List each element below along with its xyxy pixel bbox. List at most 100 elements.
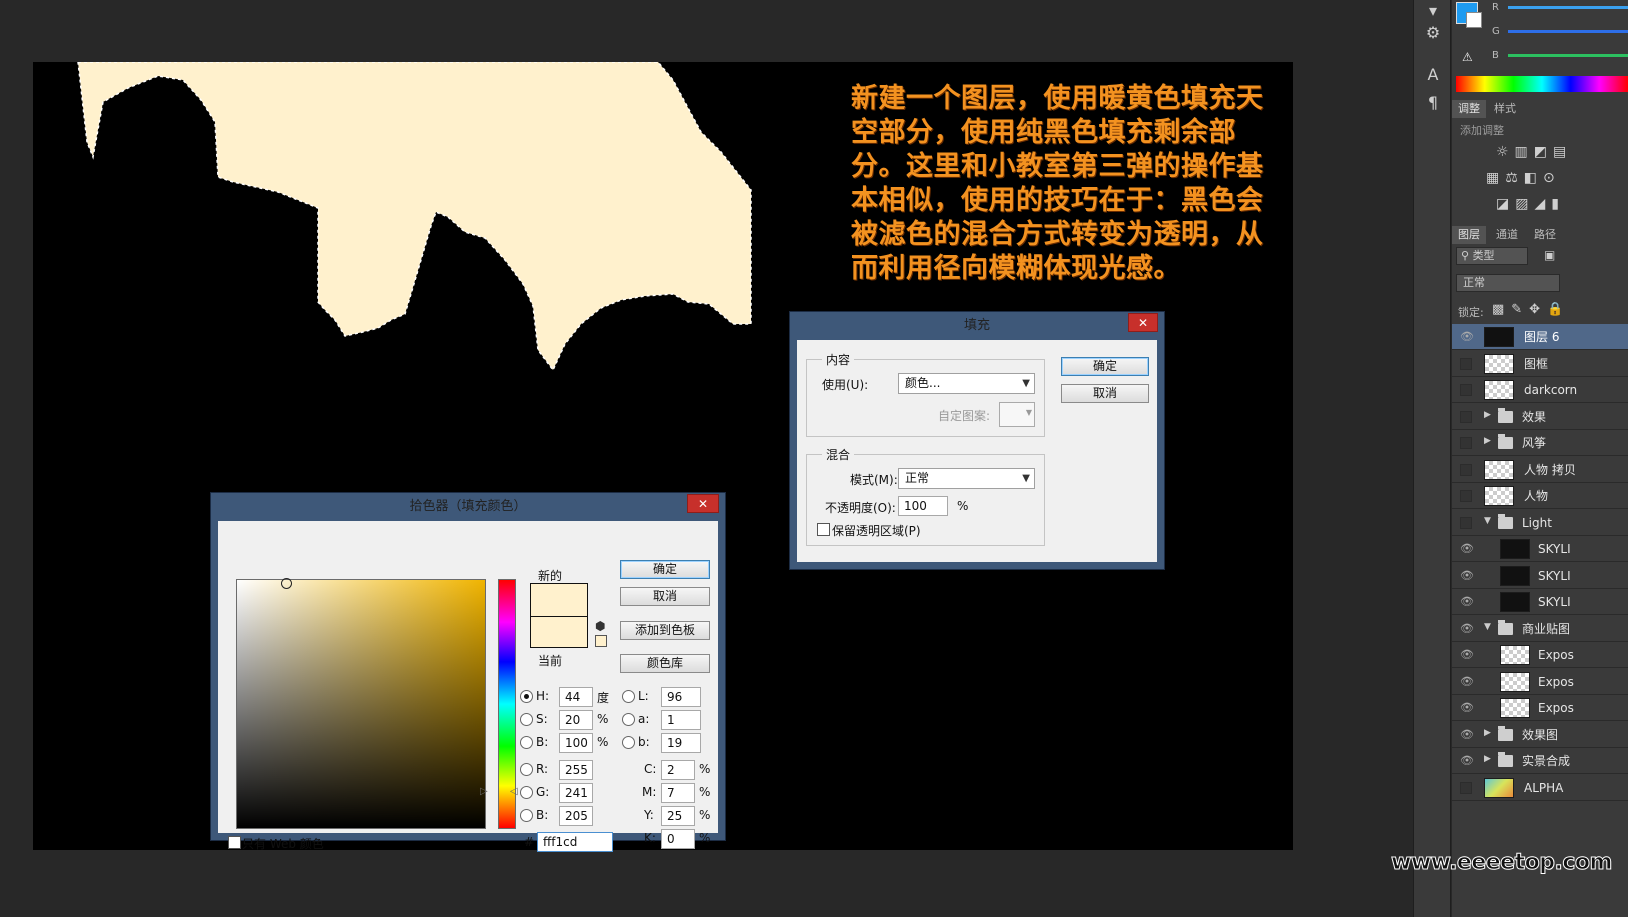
l-input[interactable]: 96 [661,687,701,707]
hue-slider-left-arrow-icon[interactable]: ▷ [480,786,488,797]
layer-row[interactable]: 👁 ▼ 商业贴图 [1452,616,1628,642]
layer-row[interactable]: ALPHA [1452,775,1628,801]
blend-mode-select[interactable]: 正常 [1456,274,1560,292]
radio-lab-b[interactable] [622,736,635,749]
eye-icon[interactable]: 👁 [1460,729,1474,741]
eye-icon[interactable] [1460,490,1472,502]
eye-icon[interactable]: 👁 [1460,755,1474,767]
chevron-right-icon[interactable]: ▶ [1484,436,1491,446]
radio-brightness[interactable] [520,736,533,749]
ok-button[interactable]: 确定 [1061,357,1149,376]
properties-icon[interactable]: ⚙ [1422,22,1444,44]
c-input[interactable]: 2 [661,760,695,780]
chevron-down-icon[interactable]: ▼ [1484,516,1491,526]
layer-row[interactable]: 图框 [1452,351,1628,377]
tab-paths[interactable]: 路径 [1528,226,1562,244]
chevron-right-icon[interactable]: ▶ [1484,410,1491,420]
adjustment-icons-row-3[interactable]: ◪▨◢▮ [1496,196,1565,212]
opacity-input[interactable]: 100 [898,496,948,516]
radio-s[interactable] [520,713,533,726]
eye-icon[interactable]: 👁 [1460,702,1474,714]
g-input[interactable]: 241 [559,783,593,803]
background-color-swatch[interactable] [1466,12,1482,28]
m-input[interactable]: 7 [661,783,695,803]
layer-row[interactable]: 👁 Expos [1452,642,1628,668]
layer-row[interactable]: 👁 图层 6 [1452,324,1628,350]
layer-row[interactable]: ▶ 风筝 [1452,430,1628,456]
character-icon[interactable]: A [1422,64,1444,86]
adjustment-icons-row-1[interactable]: ☼▥◩▤ [1496,144,1572,160]
chevron-down-icon[interactable]: ▼ [1484,622,1491,632]
eye-icon[interactable]: 👁 [1460,543,1474,555]
r-input[interactable]: 255 [559,760,593,780]
eye-icon[interactable] [1460,358,1472,370]
tab-channels[interactable]: 通道 [1490,226,1524,244]
eye-icon[interactable]: 👁 [1460,570,1474,582]
hex-input[interactable]: fff1cd [537,832,613,852]
y-input[interactable]: 25 [661,806,695,826]
eye-icon[interactable] [1460,517,1472,529]
close-icon[interactable]: ✕ [1128,313,1158,332]
layer-row[interactable]: 👁 Expos [1452,695,1628,721]
adjustment-icons-row-2[interactable]: ▦⚖◧⊙ [1486,170,1561,186]
eye-icon[interactable]: 👁 [1460,676,1474,688]
layer-row[interactable]: ▼ Light [1452,510,1628,536]
color-marker[interactable] [281,578,292,589]
image-filter-icon[interactable]: ▣ [1544,248,1555,262]
lock-icons[interactable]: ▩✎✥🔒 [1492,302,1570,317]
eye-icon[interactable]: 👁 [1460,596,1474,608]
eye-icon[interactable]: 👁 [1460,331,1474,343]
tab-adjustments[interactable]: 调整 [1452,100,1486,118]
k-input[interactable]: 0 [661,829,695,849]
layer-row[interactable]: 👁 SKYLI [1452,589,1628,615]
layer-row[interactable]: 👁 ▶ 效果图 [1452,722,1628,748]
layer-filter-select[interactable]: ⚲ 类型 [1456,247,1528,265]
ok-button[interactable]: 确定 [620,560,710,579]
cube-icon[interactable]: ⬢ [595,619,605,633]
mode-select[interactable]: 正常 ▼ [898,468,1035,489]
saturation-brightness-field[interactable] [236,578,486,829]
color-libraries-button[interactable]: 颜色库 [620,654,710,673]
use-select[interactable]: 颜色... ▼ [898,373,1035,394]
layer-row[interactable]: 👁 SKYLI [1452,536,1628,562]
eye-icon[interactable] [1460,411,1472,423]
close-icon[interactable]: ✕ [687,494,719,513]
eye-icon[interactable] [1460,437,1472,449]
color-spectrum-ramp[interactable] [1456,76,1628,92]
channel-g-slider[interactable] [1508,30,1628,33]
eye-icon[interactable] [1460,464,1472,476]
channel-b-slider[interactable] [1508,54,1628,57]
layer-row[interactable]: 👁 Expos [1452,669,1628,695]
layer-row[interactable]: 👁 ▶ 实景合成 [1452,748,1628,774]
cancel-button[interactable]: 取消 [620,587,710,606]
radio-a[interactable] [622,713,635,726]
radio-g[interactable] [520,786,533,799]
fill-dialog[interactable]: 填充 ✕ 内容 使用(U): 颜色... ▼ 自定图案: ▼ 混合 模式(M):… [789,311,1165,570]
radio-r[interactable] [520,763,533,776]
brightness-input[interactable]: 100 [559,733,593,753]
hue-slider-right-arrow-icon[interactable]: ◁ [510,786,518,797]
b-input[interactable]: 205 [559,806,593,826]
tab-styles[interactable]: 样式 [1488,100,1522,118]
eye-icon[interactable]: 👁 [1460,649,1474,661]
preserve-transparency-checkbox[interactable] [817,523,830,536]
cancel-button[interactable]: 取消 [1061,384,1149,403]
current-color-swatch[interactable] [530,616,588,648]
add-to-swatches-button[interactable]: 添加到色板 [620,621,710,640]
lab-b-input[interactable]: 19 [661,733,701,753]
chevron-right-icon[interactable]: ▶ [1484,728,1491,738]
color-picker-dialog[interactable]: 拾色器（填充颜色） ✕ ▷ ◁ 新的 当前 ⬢ 确定 取消 添加到色板 颜色库 … [210,492,726,852]
eye-icon[interactable]: 👁 [1460,623,1474,635]
eye-icon[interactable] [1460,782,1472,794]
radio-l[interactable] [622,690,635,703]
layer-row[interactable]: 人物 拷贝 [1452,457,1628,483]
layer-row[interactable]: 👁 SKYLI [1452,563,1628,589]
web-safe-swatch[interactable] [595,635,607,647]
paragraph-icon[interactable]: ¶ [1422,92,1444,114]
eye-icon[interactable] [1460,384,1472,396]
web-colors-only-checkbox[interactable] [228,836,241,849]
layer-row[interactable]: 人物 [1452,483,1628,509]
layer-row[interactable]: ▶ 效果 [1452,404,1628,430]
radio-h[interactable] [520,690,533,703]
s-input[interactable]: 20 [559,710,593,730]
